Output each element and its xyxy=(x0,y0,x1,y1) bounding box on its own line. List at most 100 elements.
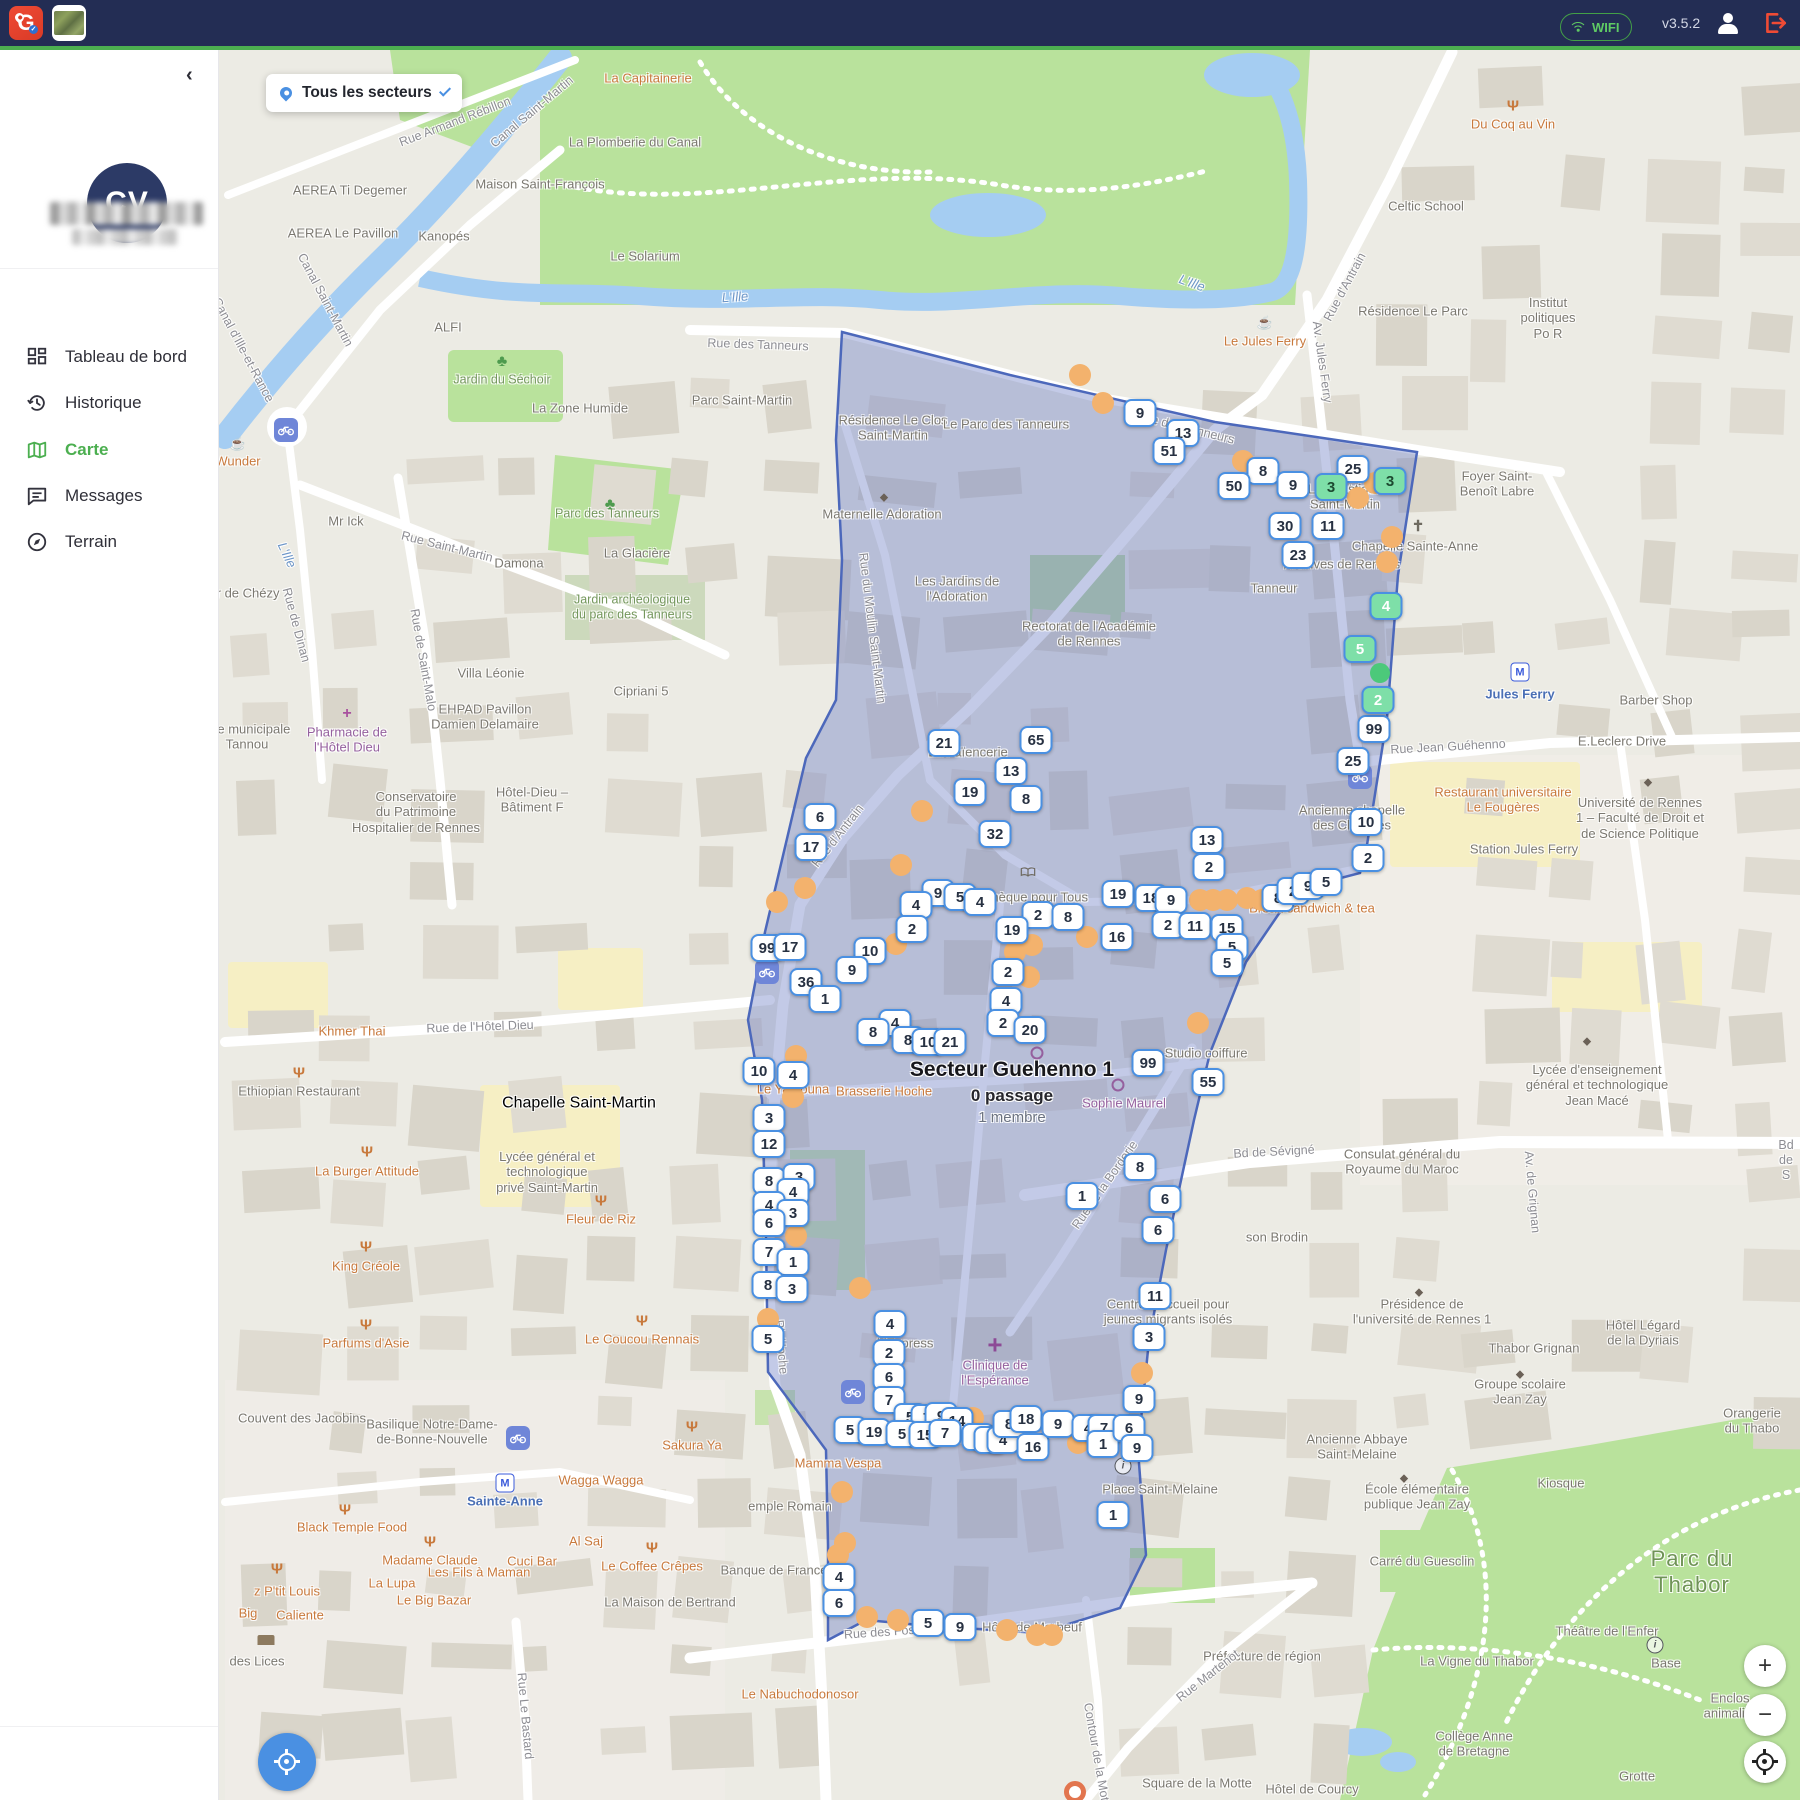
map-marker[interactable]: 11 xyxy=(1139,1282,1172,1310)
map-marker[interactable]: 23 xyxy=(1282,541,1315,569)
map-marker[interactable]: 17 xyxy=(795,833,828,861)
dashboard-icon xyxy=(26,346,48,368)
map-marker[interactable]: 9 xyxy=(1123,1385,1156,1413)
top-bar-accent xyxy=(0,46,1800,50)
map-marker[interactable]: 4 xyxy=(874,1310,907,1338)
map-marker[interactable]: 2 xyxy=(1352,844,1385,872)
map-marker[interactable]: 13 xyxy=(995,757,1028,785)
map-marker[interactable]: 20 xyxy=(1014,1016,1047,1044)
map-marker[interactable]: 99 xyxy=(1132,1049,1165,1077)
map-marker[interactable]: 32 xyxy=(979,820,1012,848)
photo-thumbnail-icon[interactable] xyxy=(52,5,86,41)
map-marker[interactable]: 50 xyxy=(1218,472,1251,500)
map-marker[interactable]: 21 xyxy=(934,1028,967,1056)
map-marker[interactable]: 9 xyxy=(1121,1434,1154,1462)
map-marker[interactable]: 1 xyxy=(1097,1501,1130,1529)
map-marker[interactable]: 51 xyxy=(1153,437,1186,465)
map-marker[interactable]: 3 xyxy=(1315,473,1348,501)
map-marker[interactable]: 1 xyxy=(809,985,842,1013)
map-marker[interactable]: 4 xyxy=(823,1563,856,1591)
map-marker[interactable]: 55 xyxy=(1192,1068,1225,1096)
map-marker[interactable]: 8 xyxy=(1010,785,1043,813)
map-marker[interactable]: 2 xyxy=(992,958,1025,986)
map-marker[interactable]: 99 xyxy=(1358,715,1391,743)
map-marker[interactable]: 7 xyxy=(929,1419,962,1447)
map-marker[interactable]: 9 xyxy=(836,956,869,984)
map-marker[interactable]: 8 xyxy=(1124,1153,1157,1181)
app-logo-icon[interactable]: G✓ xyxy=(9,6,43,40)
map-marker[interactable]: 10 xyxy=(1350,808,1383,836)
sector-selector[interactable]: Tous les secteurs xyxy=(266,74,462,112)
map-marker[interactable]: 2 xyxy=(1362,686,1395,714)
sidebar-collapse-icon[interactable]: ‹ xyxy=(186,64,193,87)
map-marker[interactable]: 1 xyxy=(1066,1182,1099,1210)
sidebar-item-label: Carte xyxy=(65,440,108,460)
map-marker[interactable]: 65 xyxy=(1020,726,1053,754)
map-marker[interactable]: 4 xyxy=(777,1061,810,1089)
map-marker[interactable]: 5 xyxy=(912,1609,945,1637)
sidebar-item-history[interactable]: Historique xyxy=(0,383,218,423)
sidebar-item-label: Terrain xyxy=(65,532,117,552)
map-marker[interactable]: 9 xyxy=(1155,886,1188,914)
sidebar-item-terrain[interactable]: Terrain xyxy=(0,522,218,562)
map-marker[interactable]: 12 xyxy=(753,1130,786,1158)
zoom-out-button[interactable]: − xyxy=(1744,1694,1786,1736)
wifi-label: WIFI xyxy=(1592,20,1619,35)
map-marker[interactable]: 4 xyxy=(964,888,997,916)
sidebar-item-map[interactable]: Carte xyxy=(0,430,218,470)
map-marker[interactable]: 19 xyxy=(954,778,987,806)
map-marker[interactable]: 11 xyxy=(1179,912,1212,940)
map-marker[interactable]: 21 xyxy=(928,729,961,757)
map-marker[interactable]: 2 xyxy=(896,915,929,943)
map-marker[interactable]: 3 xyxy=(1133,1323,1166,1351)
map-marker[interactable]: 5 xyxy=(1310,868,1343,896)
map-marker[interactable]: 6 xyxy=(753,1209,786,1237)
map-marker[interactable]: 8 xyxy=(1052,903,1085,931)
map-icon xyxy=(26,439,48,461)
map-marker[interactable]: 16 xyxy=(1101,923,1134,951)
sidebar-item-help[interactable]: ? Aide xyxy=(0,1790,218,1800)
my-location-button[interactable] xyxy=(258,1733,316,1791)
sidebar: ‹ CV Tableau de bord Historique Carte xyxy=(0,50,219,1800)
map-marker[interactable]: 3 xyxy=(753,1104,786,1132)
map-marker[interactable]: 6 xyxy=(804,803,837,831)
map-marker[interactable]: 5 xyxy=(752,1325,785,1353)
sidebar-item-messages[interactable]: Messages xyxy=(0,476,218,516)
map-marker[interactable]: 16 xyxy=(1017,1433,1050,1461)
map-marker[interactable]: 2 xyxy=(1193,853,1226,881)
sidebar-item-label: Tableau de bord xyxy=(65,347,187,367)
target-icon xyxy=(1752,1749,1778,1775)
map-marker[interactable]: 6 xyxy=(823,1589,856,1617)
chevron-down-icon xyxy=(439,84,451,96)
map-marker[interactable]: 25 xyxy=(1337,747,1370,775)
map-marker[interactable]: 18 xyxy=(1010,1405,1043,1433)
map-marker[interactable]: 19 xyxy=(1102,880,1135,908)
map-marker[interactable]: 9 xyxy=(1277,471,1310,499)
map-marker[interactable]: 4 xyxy=(1370,592,1403,620)
map-marker[interactable]: 5 xyxy=(1344,635,1377,663)
location-pin-icon xyxy=(278,85,295,102)
messages-icon xyxy=(26,485,48,507)
map-marker[interactable]: 5 xyxy=(1211,949,1244,977)
locate-button[interactable] xyxy=(1744,1741,1786,1783)
map-marker[interactable]: 30 xyxy=(1269,512,1302,540)
map-marker[interactable]: 3 xyxy=(1374,467,1407,495)
map-marker[interactable]: 8 xyxy=(857,1018,890,1046)
map-marker[interactable]: 10 xyxy=(743,1057,776,1085)
zoom-in-button[interactable]: + xyxy=(1744,1645,1786,1687)
map-marker[interactable]: 19 xyxy=(996,916,1029,944)
map-marker[interactable]: 6 xyxy=(1142,1216,1175,1244)
map-marker[interactable]: 6 xyxy=(1149,1185,1182,1213)
map-marker[interactable]: 9 xyxy=(1124,399,1157,427)
map-marker[interactable]: 9 xyxy=(1042,1410,1075,1438)
user-account-icon[interactable] xyxy=(1716,11,1740,35)
map-marker[interactable]: 13 xyxy=(1191,826,1224,854)
map-marker[interactable]: 9 xyxy=(944,1613,977,1641)
map-marker[interactable]: 3 xyxy=(776,1275,809,1303)
map-marker[interactable]: 8 xyxy=(1247,457,1280,485)
user-name-redacted xyxy=(50,202,203,225)
sidebar-item-dashboard[interactable]: Tableau de bord xyxy=(0,337,218,377)
map-marker[interactable]: 11 xyxy=(1312,512,1345,540)
logout-icon[interactable] xyxy=(1762,10,1788,36)
map-marker[interactable]: 17 xyxy=(774,933,807,961)
